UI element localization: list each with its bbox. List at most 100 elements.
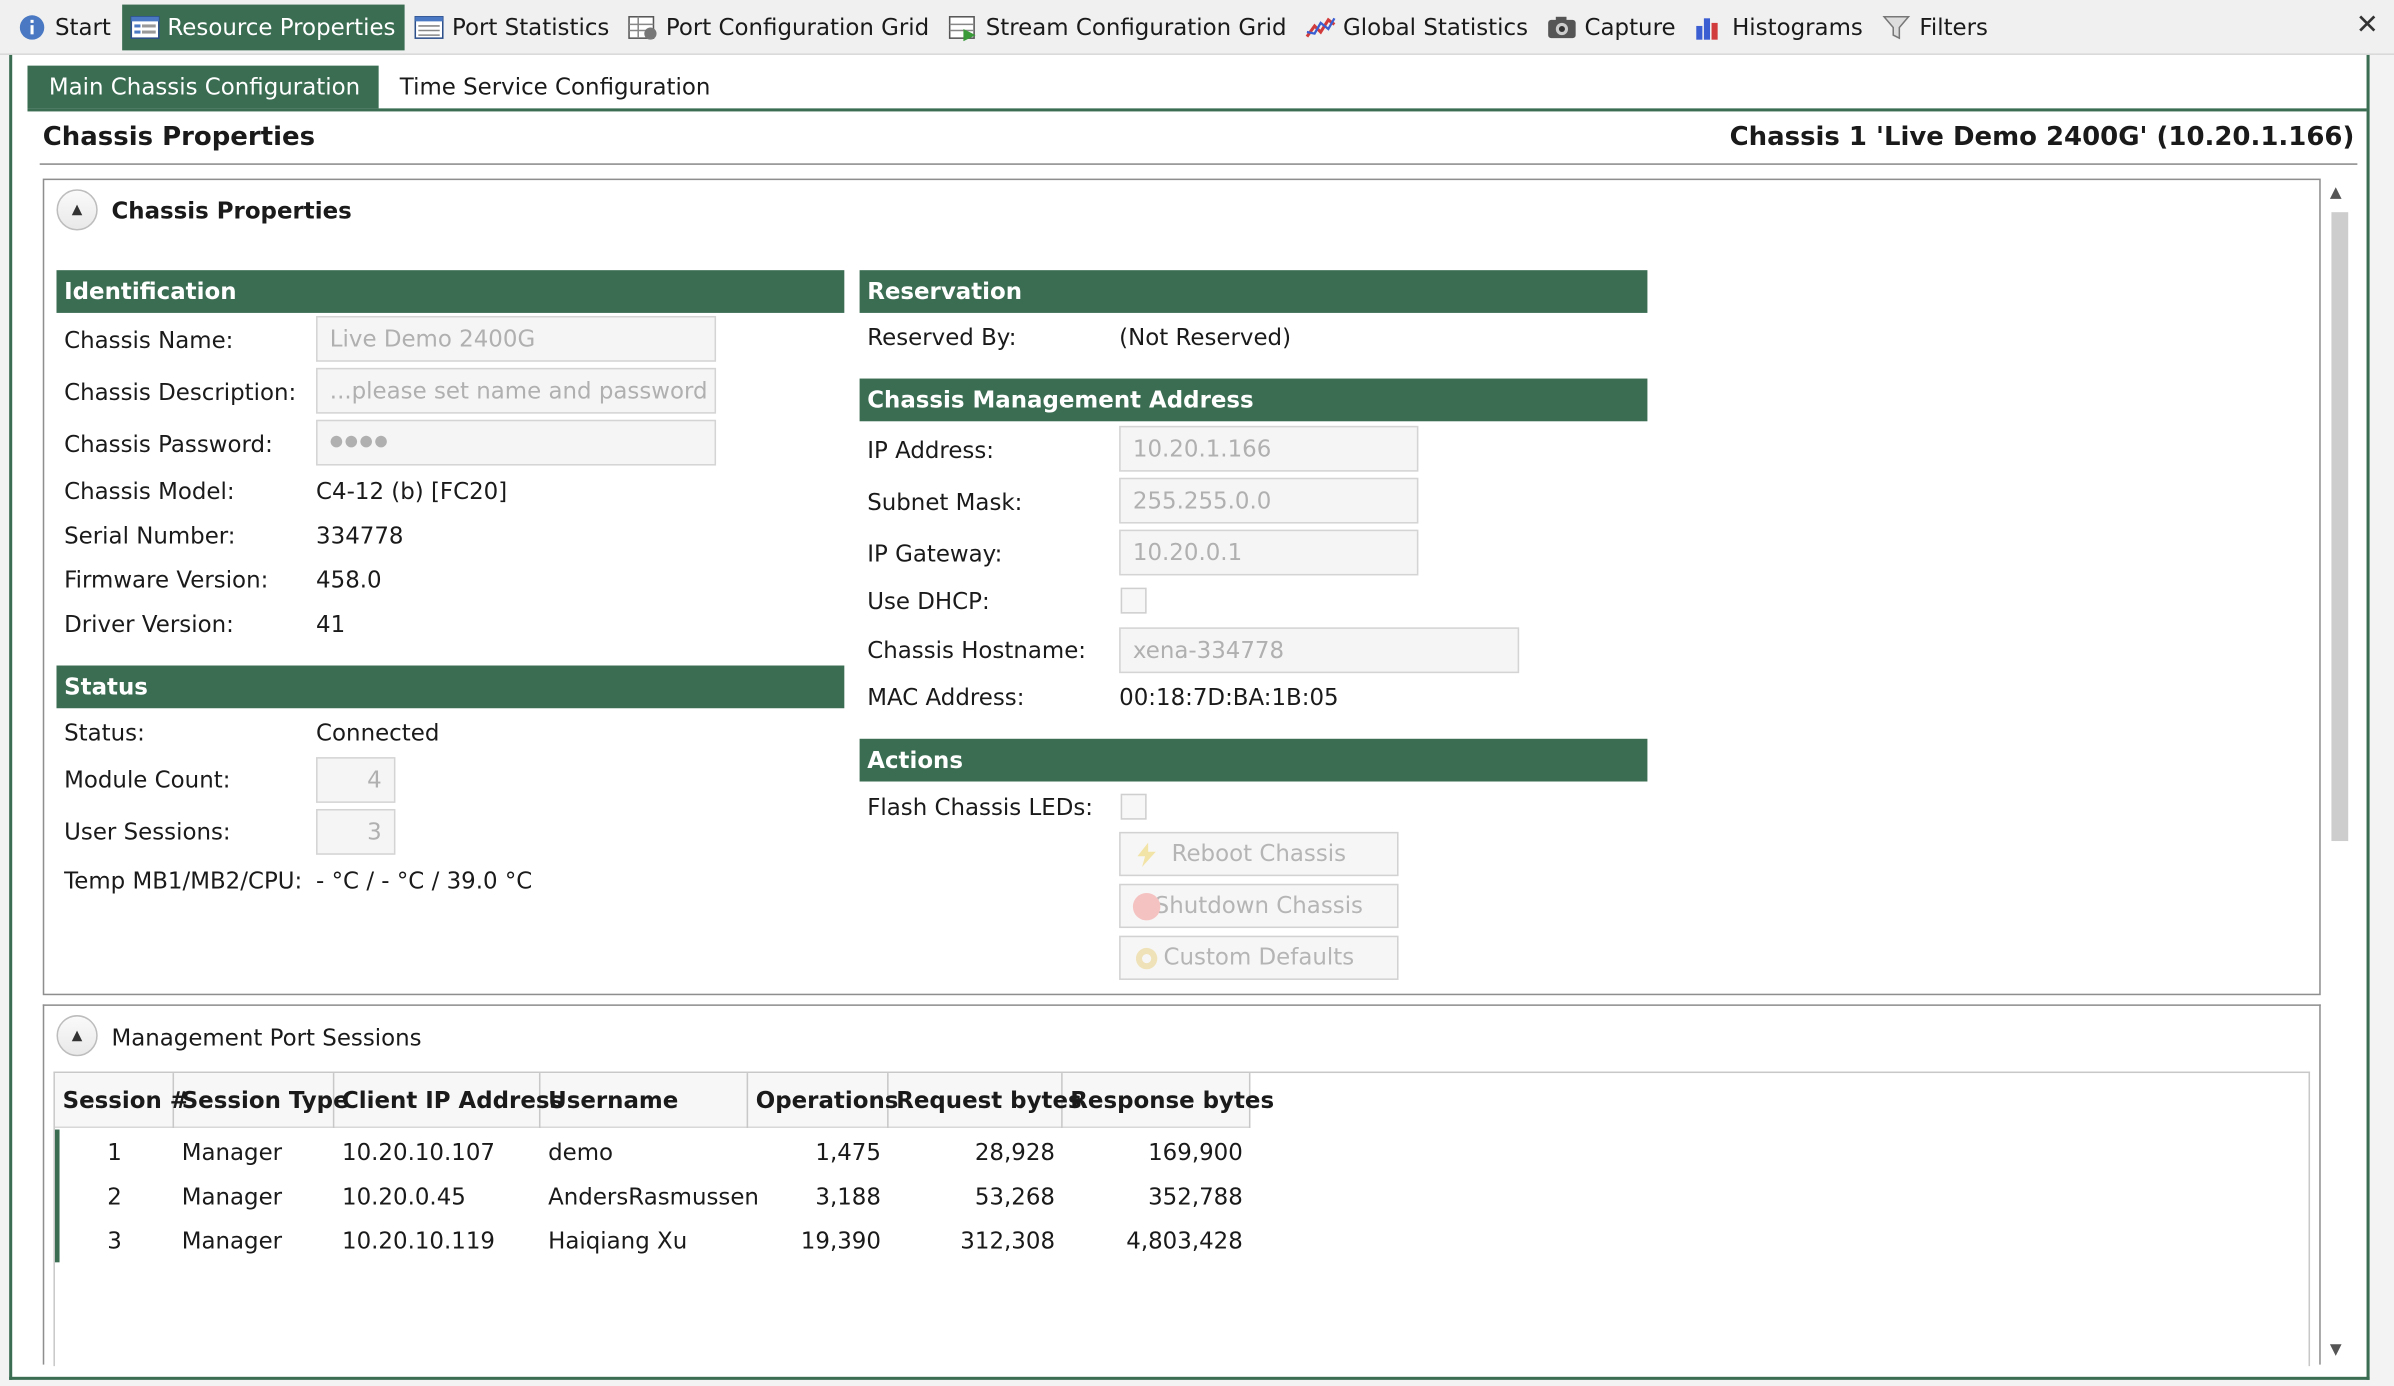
management-address-section: Chassis Management Address IP Address: 1… <box>859 378 1648 722</box>
column-header-username[interactable]: Username <box>540 1073 749 1129</box>
tab-stream-configuration-grid[interactable]: Stream Configuration Grid <box>940 4 1296 50</box>
management-port-sessions-panel: ▲ Management Port Sessions Session # Ses… <box>42 1004 2321 1367</box>
cell-operations: 1,475 <box>815 1138 881 1167</box>
tab-histograms[interactable]: Histograms <box>1686 4 1872 50</box>
vertical-scrollbar[interactable]: ▲ ▼ <box>2323 178 2355 1365</box>
firmware-version-label: Firmware Version: <box>64 566 269 594</box>
ip-address-field[interactable]: 10.20.1.166 <box>1119 425 1419 472</box>
scroll-up-arrow-icon[interactable]: ▲ <box>2330 185 2342 202</box>
chassis-model-value: C4-12 (b) [FC20] <box>316 477 508 506</box>
chevron-up-icon: ▲ <box>71 202 83 218</box>
cell-operations: 3,188 <box>815 1182 881 1211</box>
tab-label: Port Statistics <box>451 12 610 41</box>
tab-label: Port Configuration Grid <box>665 12 930 41</box>
tab-label: Histograms <box>1732 12 1863 41</box>
tab-port-configuration-grid[interactable]: Port Configuration Grid <box>620 4 938 50</box>
properties-icon <box>129 13 160 40</box>
filter-icon <box>1881 13 1912 40</box>
serial-number-value: 334778 <box>316 522 404 550</box>
module-count-field: 4 <box>316 757 396 803</box>
chassis-properties-panel: ▲ Chassis Properties Identification Chas… <box>42 178 2321 996</box>
chassis-hostname-label: Chassis Hostname: <box>867 636 1087 664</box>
column-header-session-type[interactable]: Session Type <box>174 1073 349 1129</box>
table-row[interactable]: 2 Manager 10.20.0.45 AndersRasmussen 3,1… <box>55 1175 1250 1219</box>
line-chart-icon <box>1305 13 1336 40</box>
tab-resource-properties[interactable]: Resource Properties <box>121 3 405 50</box>
driver-version-value: 41 <box>316 610 346 639</box>
cell-client-ip: 10.20.10.107 <box>342 1138 495 1167</box>
status-section: Status Status: Connected Module Count: 4… <box>56 665 845 910</box>
column-header-client-ip[interactable]: Client IP Address <box>334 1073 563 1129</box>
user-sessions-label: User Sessions: <box>64 818 231 846</box>
shutdown-chassis-button[interactable]: Shutdown Chassis <box>1119 883 1399 929</box>
tab-label: Capture <box>1584 12 1676 41</box>
ip-gateway-field[interactable]: 10.20.0.1 <box>1119 529 1419 576</box>
chassis-description-label: Chassis Description: <box>64 378 297 407</box>
status-label: Status: <box>64 718 145 747</box>
firmware-version-value: 458.0 <box>316 566 382 594</box>
app-window: Start Resource Properties Port Statistic… <box>0 0 2394 1386</box>
identification-heading: Identification <box>56 270 845 313</box>
chassis-description-field[interactable]: ...please set name and password <box>316 367 717 414</box>
flash-chassis-leds-label: Flash Chassis LEDs: <box>867 793 1094 822</box>
tab-label: Stream Configuration Grid <box>985 12 1287 41</box>
bar-chart-icon <box>1694 13 1725 40</box>
cell-username: Haiqiang Xu <box>548 1227 688 1255</box>
cell-username: AndersRasmussen <box>548 1182 759 1211</box>
custom-defaults-button[interactable]: Custom Defaults <box>1119 935 1399 980</box>
reservation-section: Reservation Reserved By: (Not Reserved) <box>859 270 1648 362</box>
table-row[interactable]: 3 Manager 10.20.10.119 Haiqiang Xu 19,39… <box>55 1220 1250 1264</box>
tab-capture[interactable]: Capture <box>1539 4 1685 50</box>
cell-response-bytes: 352,788 <box>1148 1182 1243 1211</box>
mac-address-value: 00:18:7D:BA:1B:05 <box>1119 683 1339 712</box>
custom-defaults-label: Custom Defaults <box>1163 943 1355 971</box>
collapse-sessions-button[interactable]: ▲ <box>56 1015 98 1057</box>
column-header-request-bytes[interactable]: Request bytes <box>889 1073 1082 1129</box>
chassis-name-field[interactable]: Live Demo 2400G <box>316 315 717 362</box>
chassis-hostname-field[interactable]: xena-334778 <box>1119 627 1520 674</box>
gear-icon <box>1133 945 1160 972</box>
ip-address-label: IP Address: <box>867 436 994 465</box>
cell-response-bytes: 4,803,428 <box>1126 1227 1243 1255</box>
tab-label: Global Statistics <box>1342 12 1529 41</box>
cell-client-ip: 10.20.10.119 <box>342 1227 495 1255</box>
subtab-time-service-configuration[interactable]: Time Service Configuration <box>378 66 728 109</box>
column-header-response-bytes[interactable]: Response bytes <box>1063 1073 1274 1129</box>
identification-section: Identification Chassis Name: Live Demo 2… <box>56 270 845 652</box>
scroll-down-arrow-icon[interactable]: ▼ <box>2330 1342 2342 1359</box>
use-dhcp-checkbox[interactable] <box>1120 587 1147 614</box>
actions-heading: Actions <box>859 738 1648 782</box>
collapse-chassis-properties-button[interactable]: ▲ <box>56 189 98 231</box>
ip-gateway-label: IP Gateway: <box>867 540 1003 568</box>
table-row[interactable]: 1 Manager 10.20.10.107 demo 1,475 28,928… <box>55 1131 1250 1175</box>
tab-start[interactable]: Start <box>9 4 120 50</box>
stream-grid-icon <box>948 13 979 41</box>
sessions-table-header: Session # Session Type Client IP Address… <box>54 1073 1274 1129</box>
tab-label: Resource Properties <box>167 12 396 41</box>
flash-chassis-leds-checkbox[interactable] <box>1120 793 1147 820</box>
reboot-chassis-button[interactable]: Reboot Chassis <box>1119 831 1399 877</box>
shutdown-chassis-label: Shutdown Chassis <box>1154 891 1364 919</box>
chevron-up-icon: ▲ <box>71 1028 83 1044</box>
subtab-main-chassis-configuration[interactable]: Main Chassis Configuration <box>27 65 379 109</box>
cell-response-bytes: 169,900 <box>1148 1138 1243 1167</box>
info-icon <box>17 13 48 40</box>
reboot-chassis-label: Reboot Chassis <box>1171 839 1347 867</box>
subtab-bar: Main Chassis Configuration Time Service … <box>27 65 728 109</box>
cell-session-type: Manager <box>181 1182 283 1211</box>
cell-request-bytes: 53,268 <box>974 1182 1056 1211</box>
cell-session-type: Manager <box>181 1227 283 1255</box>
scrollbar-thumb[interactable] <box>2331 212 2349 842</box>
close-icon[interactable]: ✕ <box>2356 9 2379 41</box>
tab-port-statistics[interactable]: Port Statistics <box>406 4 618 50</box>
column-header-operations[interactable]: Operations <box>748 1073 898 1129</box>
cell-session-type: Manager <box>181 1138 283 1167</box>
subnet-mask-field[interactable]: 255.255.0.0 <box>1119 477 1419 524</box>
grid-config-icon <box>628 13 659 40</box>
tab-global-statistics[interactable]: Global Statistics <box>1297 4 1537 50</box>
column-header-session[interactable]: Session # <box>55 1073 189 1129</box>
chassis-password-field[interactable]: ●●●● <box>316 419 717 466</box>
module-count-label: Module Count: <box>64 766 231 794</box>
tab-filters[interactable]: Filters <box>1874 4 1998 50</box>
cell-client-ip: 10.20.0.45 <box>342 1182 466 1211</box>
